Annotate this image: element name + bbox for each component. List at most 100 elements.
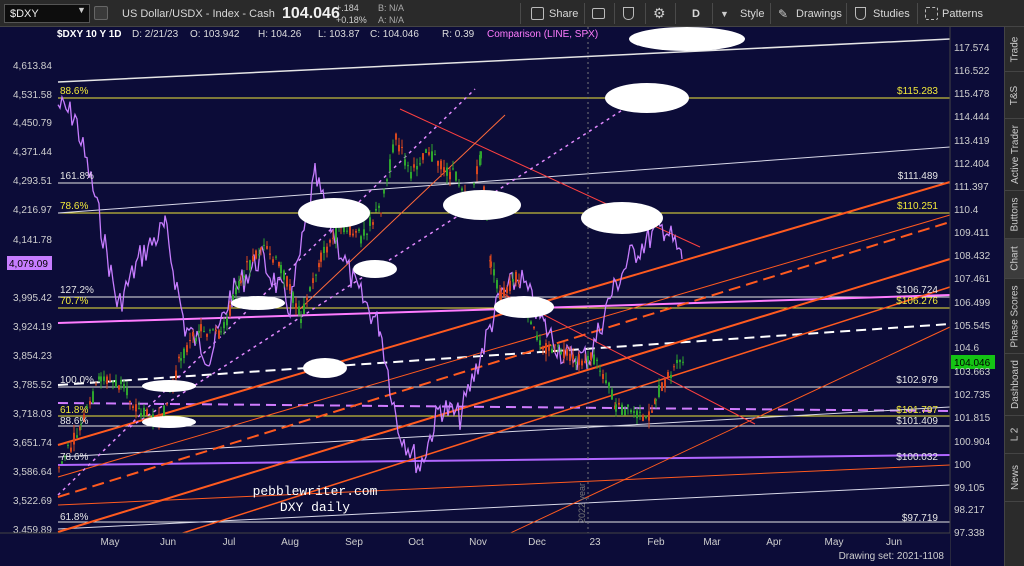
left-axis-label: 3,995.42	[13, 293, 52, 304]
year-marker-label: 2022 year	[577, 483, 587, 523]
candle-body	[548, 345, 550, 351]
trendline-magenta-dashed	[57, 402, 951, 412]
drawings-button[interactable]: Drawings	[796, 0, 842, 27]
sidebar-tab[interactable]: L 2	[1005, 416, 1024, 454]
candle-body	[295, 303, 297, 309]
sidebar-tab[interactable]: News	[1005, 454, 1024, 502]
candle-body	[218, 330, 220, 339]
highlight-ellipse	[605, 83, 689, 113]
candle-body	[332, 237, 334, 239]
highlight-ellipse	[353, 260, 397, 278]
highlight-ellipses	[142, 27, 745, 428]
left-axis-label: 3,718.03	[13, 409, 52, 420]
candle-body	[539, 340, 541, 346]
link-icon[interactable]	[94, 6, 108, 20]
candle-body	[300, 318, 302, 324]
candle-body	[118, 385, 120, 390]
candle-body	[476, 166, 478, 175]
flask-icon[interactable]	[623, 7, 634, 20]
candle-body	[621, 404, 623, 415]
candle-body	[178, 356, 180, 359]
candle-body	[160, 415, 162, 417]
chart-canvas[interactable]: 117.574 116.522 115.478 114.444 113.419 112.4…	[0, 27, 1004, 566]
candle-body	[363, 229, 365, 236]
candle-body	[560, 351, 562, 355]
candle-body	[303, 303, 305, 315]
right-axis-label: 117.574	[954, 43, 990, 54]
sidebar-tab[interactable]: T&S	[1005, 72, 1024, 119]
symbol-dropdown-icon[interactable]: ▼	[77, 5, 86, 15]
candle-body	[461, 188, 463, 191]
sidebar-tab[interactable]: Trade	[1005, 27, 1024, 72]
candle-body	[112, 381, 114, 383]
price-chart[interactable]: 117.574 116.522 115.478 114.444 113.419 112.4…	[0, 27, 1004, 566]
fib-label: 161.8%	[60, 171, 94, 182]
window-icon[interactable]	[592, 8, 605, 19]
watermark-site: pebblewriter.com	[253, 484, 378, 499]
candle-body	[95, 384, 97, 386]
candle-body	[664, 378, 666, 388]
chart-header-low: L: 103.87	[318, 29, 360, 40]
style-button[interactable]: Style	[740, 0, 764, 27]
right-axis-label: 102.735	[954, 390, 991, 401]
fib-label: 78.6%	[60, 452, 88, 463]
right-axis-label: 100	[954, 460, 971, 471]
candle-body	[100, 376, 102, 382]
candle-body	[258, 254, 260, 256]
share-button[interactable]: Share	[549, 0, 578, 27]
candle-body	[289, 284, 291, 291]
sidebar-tab[interactable]: Phase Scores	[1005, 279, 1024, 354]
candle-body	[140, 413, 142, 417]
candle-body	[676, 359, 678, 364]
candle-body	[679, 359, 681, 363]
patterns-button[interactable]: Patterns	[942, 0, 983, 27]
trendline-white-lower	[57, 406, 951, 458]
chart-header-close: C: 104.046	[370, 29, 419, 40]
candle-body	[645, 417, 647, 419]
candle-body	[512, 279, 514, 282]
highlight-ellipse	[298, 198, 370, 228]
candle-body	[651, 410, 653, 413]
studies-flask-icon[interactable]	[855, 7, 866, 20]
candle-body	[263, 244, 265, 246]
left-axis-label: 4,216.97	[13, 205, 52, 216]
candle-body	[283, 270, 285, 280]
share-icon[interactable]	[531, 7, 544, 20]
left-axis-label: 3,651.74	[13, 438, 52, 449]
gear-icon[interactable]: ⚙	[653, 0, 666, 27]
right-axis-label: 101.815	[954, 413, 991, 424]
candle-body	[661, 382, 663, 391]
candle-body	[109, 380, 111, 382]
pitchfork-dotted-1	[57, 88, 476, 496]
sidebar-tab[interactable]: Chart	[1005, 239, 1024, 279]
candle-body	[192, 332, 194, 337]
candle-body	[352, 233, 354, 236]
candle-body	[249, 260, 251, 271]
price-tag: $115.283	[897, 86, 938, 97]
right-axis-label: 111.397	[954, 182, 989, 193]
price-tag: $106.724	[896, 285, 938, 296]
timeframe-button[interactable]: D	[692, 0, 700, 27]
candle-body	[106, 376, 108, 384]
pencil-icon[interactable]: ✎	[778, 0, 788, 27]
chevron-down-icon[interactable]: ▼	[720, 0, 729, 27]
candle-body	[506, 287, 508, 294]
candle-body	[608, 382, 610, 389]
right-axis-label: 100.904	[954, 437, 991, 448]
candle-body	[89, 401, 91, 405]
candle-body	[286, 276, 288, 287]
candle-body	[269, 253, 271, 256]
studies-button[interactable]: Studies	[873, 0, 910, 27]
candle-body	[627, 404, 629, 407]
sidebar-tab[interactable]: Buttons	[1005, 191, 1024, 239]
candle-body	[566, 349, 568, 356]
grid-icon[interactable]	[925, 7, 938, 20]
sidebar-tab[interactable]: Dashboard	[1005, 354, 1024, 416]
candle-body	[58, 467, 60, 469]
candle-body	[335, 227, 337, 241]
sidebar-tab[interactable]: Active Trader	[1005, 119, 1024, 191]
candle-body	[132, 406, 134, 409]
x-axis-label: Dec	[528, 537, 546, 548]
candle-body	[329, 240, 331, 243]
candle-body	[98, 376, 100, 380]
